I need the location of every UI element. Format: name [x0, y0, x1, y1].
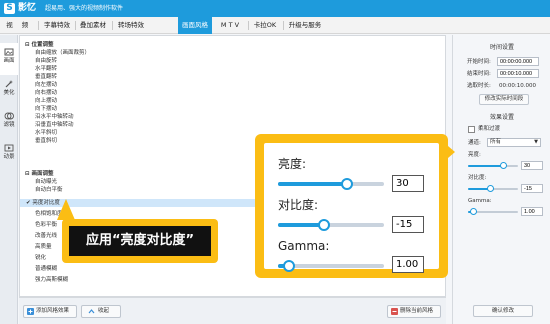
brightness-mini-slider-handle[interactable] [500, 162, 507, 169]
popup-brightness-handle[interactable] [340, 178, 353, 190]
brightness-label: 亮度: [468, 152, 481, 158]
list-item[interactable]: 垂直翻转 [20, 73, 445, 81]
popup-pointer [448, 146, 455, 158]
start-time-label: 开始时间: [467, 59, 491, 65]
soft-transition-checkbox[interactable] [468, 126, 475, 133]
list-item[interactable]: 向上摆动 [20, 97, 445, 105]
effect-settings-title: 效果设置 [489, 114, 514, 121]
channel-label: 通道: [468, 140, 481, 146]
collapse-button[interactable]: 收起 [81, 305, 121, 318]
time-settings-title: 时间设置 [489, 44, 514, 51]
menu-item-picture-style[interactable]: 画面风格 [178, 17, 212, 34]
list-item[interactable]: 向左摆动 [20, 81, 445, 89]
list-item[interactable]: 向右摆动 [20, 89, 445, 97]
list-item[interactable]: 自由旋转 [20, 57, 445, 65]
zoom-popup: 亮度: 对比度: Gamma: [255, 134, 448, 278]
confirm-modify-button[interactable]: 确认修改 [473, 305, 533, 317]
motion-scene-icon [4, 144, 14, 152]
tab-beautify[interactable]: 美化 [0, 75, 18, 107]
add-style-button-label: 添加风格效果 [36, 308, 70, 314]
end-time-input[interactable] [497, 69, 539, 78]
popup-contrast-handle[interactable] [317, 219, 330, 231]
tab-motion-scene-label: 动景 [3, 154, 15, 160]
soft-transition-label: 柔和过渡 [478, 126, 501, 132]
tab-picture[interactable]: 画面 [0, 43, 18, 75]
menu-item-video-2[interactable]: 频 [18, 17, 32, 34]
popup-contrast-input[interactable] [392, 216, 424, 233]
popup-brightness-fill [278, 182, 347, 186]
popup-brightness-label: 亮度: [278, 157, 307, 171]
add-style-button[interactable]: 添加风格效果 [23, 305, 77, 318]
gamma-mini-input[interactable] [521, 207, 543, 216]
list-item[interactable]: 向下摆动 [20, 105, 445, 113]
list-group-position[interactable]: ⊟ 位置调整 [20, 41, 445, 49]
contrast-label: 对比度: [468, 175, 487, 181]
popup-gamma-handle[interactable] [282, 260, 295, 272]
list-item[interactable]: 沿水平中轴转动 [20, 113, 445, 121]
zoom-popup-content: 亮度: 对比度: Gamma: [264, 143, 439, 273]
collapse-icon [88, 309, 95, 314]
app-name: 影忆 [18, 3, 37, 13]
title-bar: S 影忆 超易用、强大的视频制作软件 [0, 0, 550, 17]
contrast-mini-slider[interactable] [468, 185, 518, 192]
start-time-input[interactable] [497, 57, 539, 66]
delete-style-button[interactable]: 删除当前风格 [387, 305, 441, 318]
popup-brightness-input[interactable] [392, 175, 424, 192]
chevron-down-icon: ▼ [534, 139, 538, 145]
end-time-label: 结束时间: [467, 71, 491, 77]
brightness-mini-input[interactable] [521, 161, 543, 170]
delete-style-button-label: 删除当前风格 [400, 308, 434, 314]
popup-contrast-label: 对比度: [278, 198, 319, 212]
instruction-callout: 应用“亮度对比度” [62, 219, 218, 263]
brightness-mini-slider[interactable] [468, 162, 518, 169]
duration-value: 00:00:10.000 [499, 83, 536, 89]
add-icon [27, 308, 34, 315]
menu-item-karaoke[interactable]: 卡拉OK [250, 17, 280, 34]
filter-icon [4, 112, 14, 120]
tab-filter-label: 滤镜 [3, 122, 15, 128]
tab-picture-label: 画面 [3, 58, 15, 64]
menu-item-mtv[interactable]: M T V [215, 17, 245, 34]
app-logo-icon: S [4, 3, 15, 14]
app-slogan: 超易用、强大的视频制作软件 [45, 5, 124, 12]
menu-bar: 视 频 字幕特效 叠加素材 转场特效 画面风格 M T V 卡拉OK 升级与服务 [0, 17, 550, 34]
tab-beautify-label: 美化 [3, 90, 15, 96]
tab-filter[interactable]: 滤镜 [0, 107, 18, 139]
picture-icon [4, 48, 14, 56]
channel-select[interactable]: 所有 ▼ [487, 138, 541, 147]
collapse-button-label: 收起 [98, 308, 110, 314]
menu-item-overlay[interactable]: 叠加素材 [76, 17, 110, 34]
tab-motion-scene[interactable]: 动景 [0, 139, 18, 171]
list-item[interactable]: 沿垂直中轴转动 [20, 121, 445, 129]
popup-contrast-fill [278, 223, 324, 227]
list-bottom-bar: 添加风格效果 收起 删除当前风格 [19, 297, 446, 324]
menu-item-subtitle-effects[interactable]: 字幕特效 [40, 17, 74, 34]
list-item[interactable]: 自由缩放（画面裁剪） [20, 49, 445, 57]
modify-time-button[interactable]: 修改实际时间段 [479, 94, 529, 105]
delete-icon [391, 308, 398, 315]
popup-gamma-label: Gamma: [278, 239, 330, 253]
contrast-mini-slider-handle[interactable] [487, 185, 494, 192]
list-item[interactable]: 水平翻转 [20, 65, 445, 73]
channel-select-value: 所有 [490, 139, 502, 145]
gamma-mini-slider-handle[interactable] [470, 208, 477, 215]
menu-item-upgrade[interactable]: 升级与服务 [285, 17, 325, 34]
left-tab-bar: 画面 美化 滤镜 动景 [0, 35, 18, 324]
contrast-mini-input[interactable] [521, 184, 543, 193]
magic-wand-icon [5, 80, 13, 88]
gamma-label: Gamma: [468, 198, 492, 204]
duration-label: 选取时长: [467, 83, 491, 89]
popup-brightness-slider[interactable] [278, 178, 384, 190]
gamma-mini-slider[interactable] [468, 208, 518, 215]
menu-item-video-1[interactable]: 视 [2, 17, 17, 34]
menu-item-transition[interactable]: 转场特效 [114, 17, 148, 34]
popup-gamma-input[interactable] [392, 256, 424, 273]
popup-gamma-slider[interactable] [278, 260, 384, 272]
callout-pointer [57, 199, 75, 220]
popup-contrast-slider[interactable] [278, 219, 384, 231]
instruction-callout-text: 应用“亮度对比度” [69, 226, 211, 256]
settings-panel: 时间设置 开始时间: 结束时间: 选取时长: 00:00:10.000 修改实际… [452, 35, 550, 324]
